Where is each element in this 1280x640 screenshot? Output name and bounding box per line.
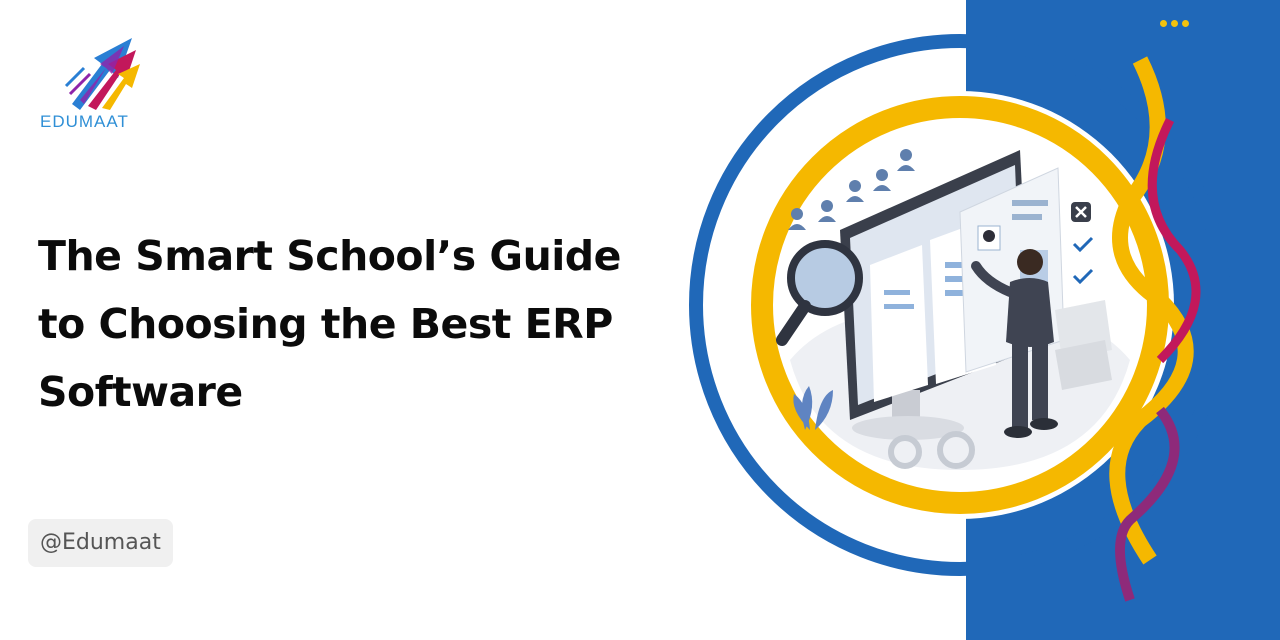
stacked-boxes: [1055, 300, 1112, 390]
logo-arrow-icon: [64, 38, 140, 110]
title-line-3: Software: [38, 368, 243, 416]
title-line-2: to Choosing the Best ERP: [38, 300, 613, 348]
brand-name: EDUMAAT: [40, 112, 129, 131]
title-line-1: The Smart School’s Guide: [38, 232, 621, 280]
brand-logo: EDUMAAT: [40, 34, 160, 134]
page-title: The Smart School’s Guide to Choosing the…: [38, 222, 678, 426]
erp-illustration: [689, 34, 1231, 602]
social-handle-badge: @Edumaat: [28, 519, 173, 567]
